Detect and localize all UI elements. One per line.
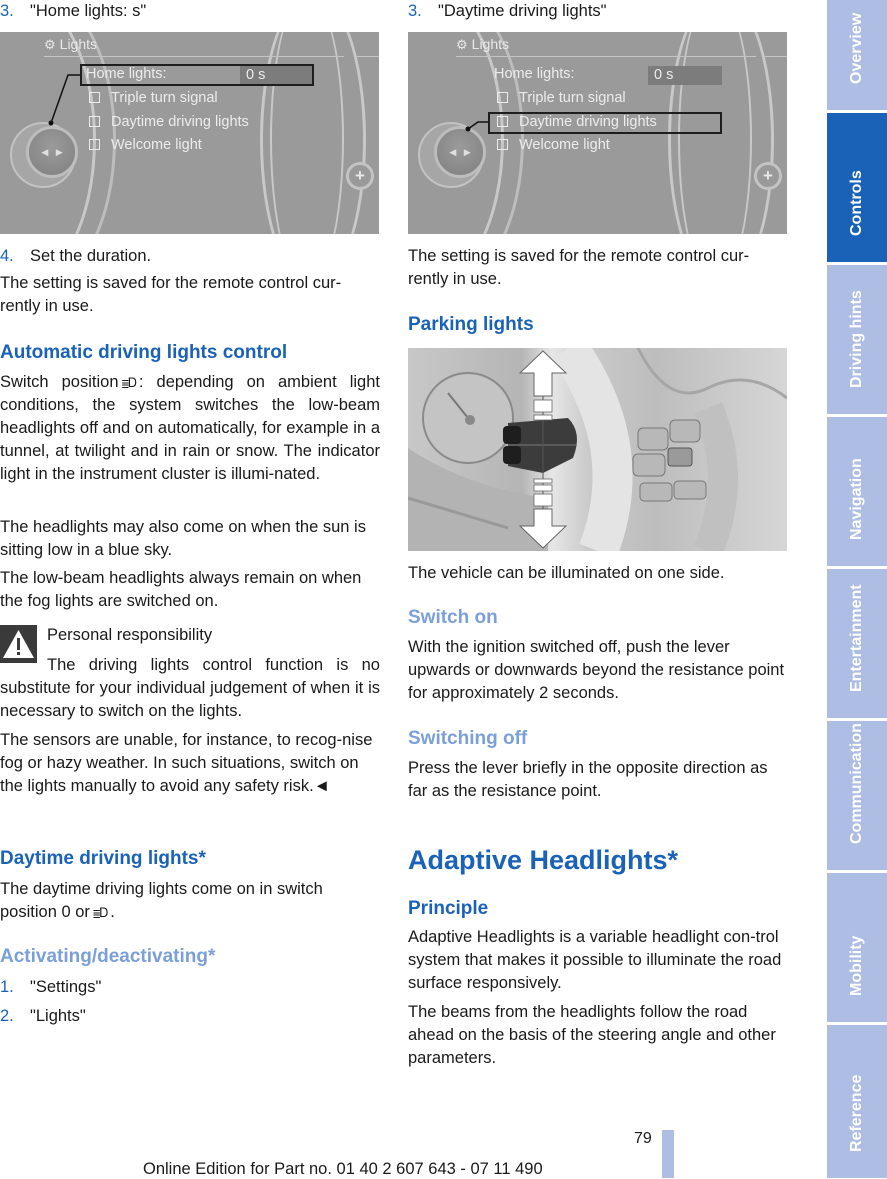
tab-overview[interactable]: Overview [827, 0, 887, 110]
step-1-settings: 1. "Settings" [0, 978, 102, 996]
heading-daytime-driving-lights: Daytime driving lights* [0, 848, 206, 869]
heading-adaptive-headlights: Adaptive Headlights* [408, 845, 679, 875]
saved-note: The setting is saved for the remote cont… [408, 247, 750, 288]
page-marker-bar [662, 1130, 674, 1178]
pointer-line [465, 121, 488, 132]
tab-reference[interactable]: Reference [827, 1025, 887, 1178]
tab-navigation[interactable]: Navigation [827, 417, 887, 566]
step-4-set-duration: 4. Set the duration. [0, 245, 151, 267]
headlights-sun-paragraph: The headlights may also come on when the… [0, 518, 366, 559]
heading-switching-off: Switching off [408, 728, 528, 749]
turn-signal-lever-photo [408, 348, 787, 551]
heading-automatic-driving-lights: Automatic driving lights control [0, 342, 288, 363]
warning-title: Personal responsibility [47, 626, 213, 644]
heading-activating-deactivating: Activating/deactivating* [0, 946, 216, 967]
daytime-paragraph: The daytime driving lights come on in sw… [0, 878, 380, 924]
switch-on-paragraph: With the ignition switched off, push the… [408, 638, 785, 702]
step-number: 4. [0, 247, 14, 265]
step-3-daytime-driving-lights: 3. "Daytime driving lights" [408, 2, 607, 20]
tab-mobility[interactable]: Mobility [827, 873, 887, 1022]
auto-headlight-icon: ≣Ꭰ [92, 905, 108, 920]
warning-paragraph-1: The driving lights control function is n… [0, 656, 380, 720]
fog-lights-paragraph: The low-beam headlights always remain on… [0, 569, 362, 610]
edition-footer: Online Edition for Part no. 01 40 2 607 … [143, 1160, 543, 1178]
tab-controls[interactable]: Controls [827, 113, 887, 262]
principle-paragraph-1: Adaptive Headlights is a variable headli… [408, 928, 782, 992]
idrive-screen-daytime-lights: ⚙ Lights Home lights: 0 s Triple turn sig… [408, 32, 787, 234]
warning-paragraph-2: The sensors are unable, for instance, to… [0, 731, 373, 795]
step-text: Set the duration. [30, 247, 152, 265]
heading-principle: Principle [408, 898, 489, 919]
auto-headlight-icon: ≣Ꭰ [121, 375, 137, 390]
step-number: 3. [0, 2, 14, 20]
pointer-line [48, 74, 80, 126]
switching-off-paragraph: Press the lever briefly in the opposite … [408, 759, 768, 800]
idrive-screen-home-lights: ⚙ Lights 0 s Home lights: Triple turn sig… [0, 32, 379, 234]
step-3-home-lights: 3. "Home lights: s" [0, 0, 146, 22]
tab-communication[interactable]: Communication [827, 721, 887, 870]
lever-illustration [408, 348, 787, 551]
saved-note: The setting is saved for the remote cont… [0, 274, 342, 315]
principle-paragraph-2: The beams from the headlights follow the… [408, 1003, 776, 1067]
heading-parking-lights: Parking lights [408, 314, 534, 335]
tab-entertainment[interactable]: Entertainment [827, 569, 887, 718]
heading-switch-on: Switch on [408, 607, 498, 628]
chapter-tabs: Overview Controls Driving hints Navigati… [827, 0, 887, 1178]
page-number: 79 [634, 1130, 652, 1147]
tab-driving-hints[interactable]: Driving hints [827, 265, 887, 414]
step-text: "Home lights: s" [30, 2, 147, 20]
step-2-lights: 2. "Lights" [0, 1007, 86, 1025]
automatic-lights-paragraph: Switch position ≣Ꭰ: depending on ambient … [0, 373, 380, 483]
parking-caption: The vehicle can be illuminated on one si… [408, 564, 725, 582]
